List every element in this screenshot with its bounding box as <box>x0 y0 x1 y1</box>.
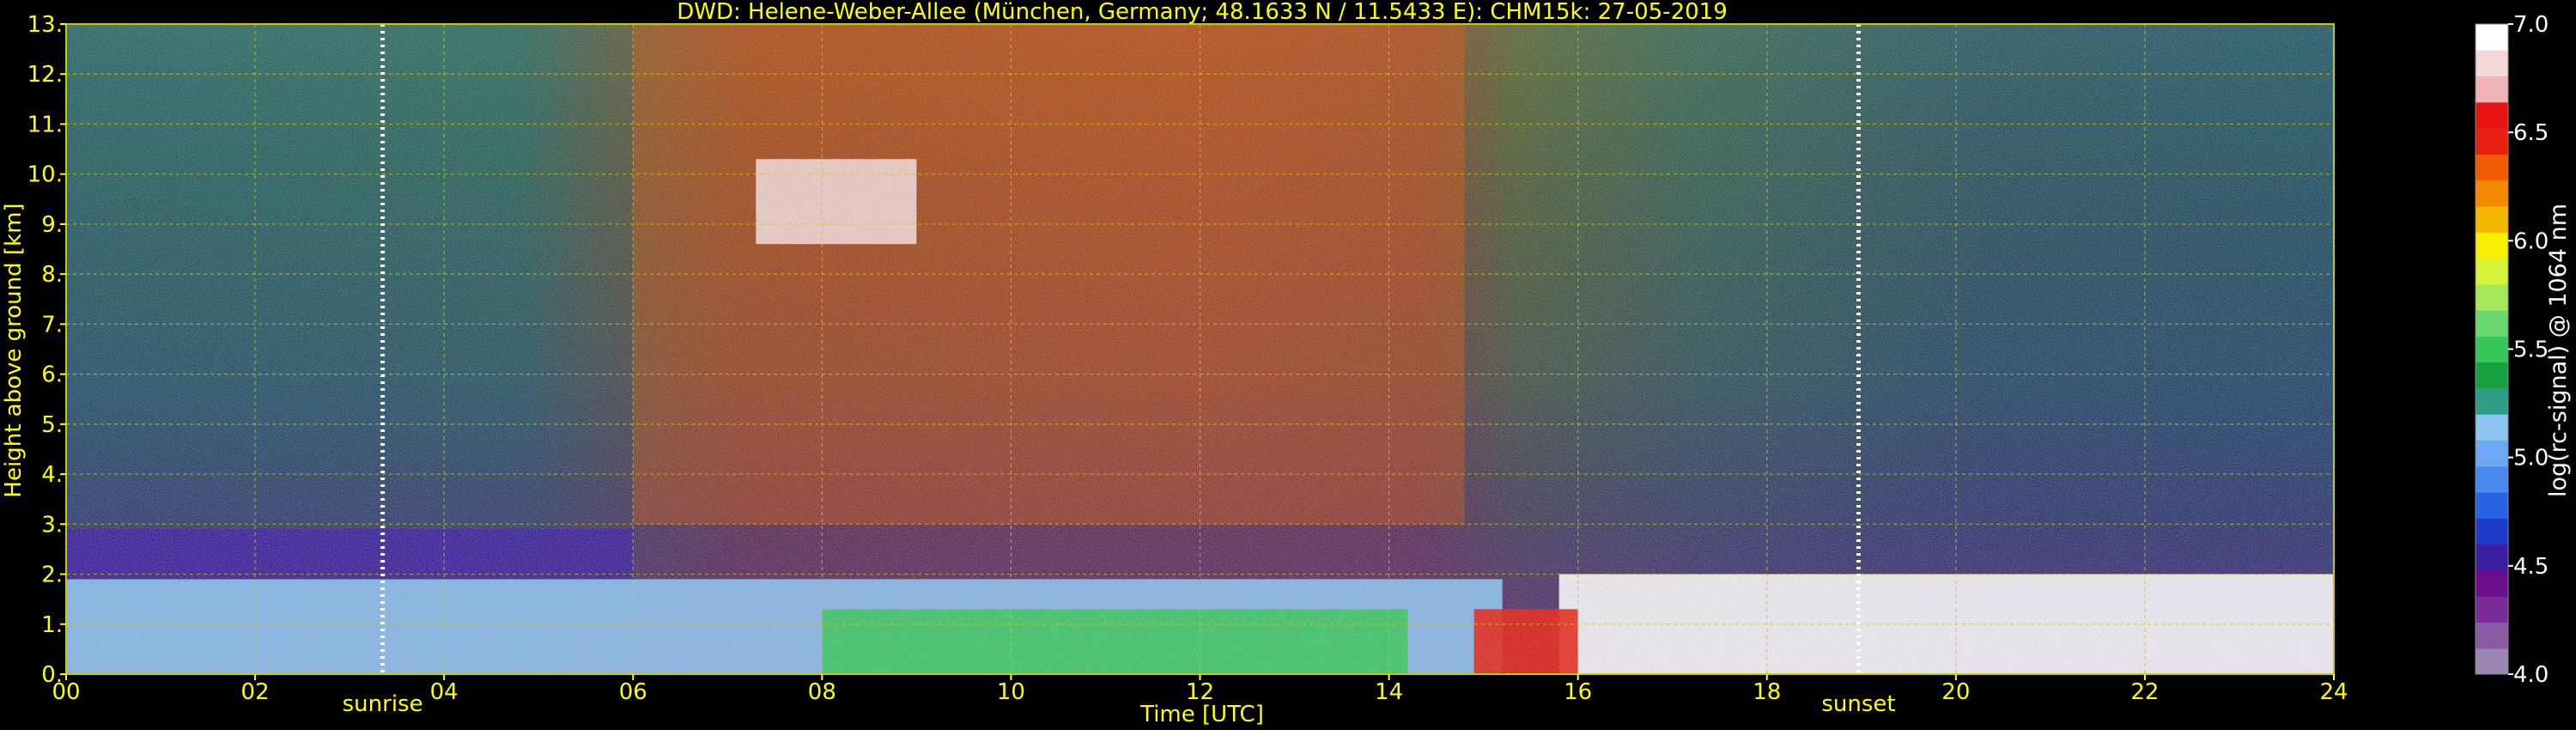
x-tick-label: 04 <box>430 679 459 705</box>
colorbar-segment <box>2476 76 2508 103</box>
colorbar-segment <box>2476 101 2508 129</box>
x-tick-label: 06 <box>619 679 647 705</box>
colorbar-segment <box>2476 205 2508 233</box>
colorbar-segment <box>2476 596 2508 623</box>
colorbar-label: log(rc-signal) @ 1064 nm <box>2545 204 2572 497</box>
y-tick-label: 12. <box>27 62 63 88</box>
y-tick-label: 1. <box>41 612 63 638</box>
y-tick-label: 6. <box>41 362 63 388</box>
x-axis-label: Time [UTC] <box>1139 702 1264 727</box>
x-tick-label: 24 <box>2319 679 2348 705</box>
y-tick-label: 4. <box>41 462 63 488</box>
y-tick-label: 8. <box>41 262 63 288</box>
colorbar-segment <box>2476 336 2508 363</box>
colorbar-segment <box>2476 232 2508 259</box>
y-tick-label: 7. <box>41 312 63 338</box>
colorbar-segment <box>2476 283 2508 311</box>
colorbar-segment <box>2476 179 2508 207</box>
colorbar-tick-label: 5.0 <box>2513 446 2549 471</box>
colorbar-tick-label: 5.5 <box>2513 338 2549 363</box>
colorbar-tick-label: 6.0 <box>2513 228 2549 254</box>
colorbar-segment <box>2476 648 2508 675</box>
colorbar-segment <box>2476 154 2508 181</box>
colorbar-segment <box>2476 387 2508 415</box>
y-tick-label: 0. <box>41 662 63 688</box>
x-tick-label: 16 <box>1564 679 1592 705</box>
sunset-label: sunset <box>1821 691 1895 717</box>
colorbar-segment <box>2476 518 2508 545</box>
sunrise-label: sunrise <box>343 691 423 717</box>
y-tick-label: 9. <box>41 212 63 238</box>
colorbar-segment <box>2476 492 2508 519</box>
colorbar-tick-label: 7.0 <box>2513 12 2549 38</box>
colorbar-segment <box>2476 465 2508 493</box>
y-tick-label: 13. <box>27 12 63 38</box>
x-tick-label: 02 <box>241 679 270 705</box>
colorbar-segment <box>2476 440 2508 467</box>
colorbar-tick-label: 4.5 <box>2513 554 2549 580</box>
y-tick-label: 5. <box>41 412 63 438</box>
ceilometer-chart: sunrise sunset00 02 04 06 08 10 12 14 16 18 20 22 240… <box>1 0 2572 727</box>
x-tick-label: 18 <box>1753 679 1781 705</box>
colorbar-segment <box>2476 622 2508 649</box>
x-tick-label: 20 <box>1941 679 1970 705</box>
colorbar-segment <box>2476 569 2508 597</box>
colorbar-tick-label: 6.5 <box>2513 120 2549 146</box>
chart-title: DWD: Helene-Weber-Allee (München, German… <box>677 0 1728 25</box>
y-axis-label: Height above ground [km] <box>1 203 27 497</box>
y-tick-label: 10. <box>27 162 63 188</box>
y-tick-label: 11. <box>27 112 63 137</box>
colorbar-segment <box>2476 310 2508 337</box>
colorbar-segment <box>2476 128 2508 155</box>
colorbar-tick-label: 4.0 <box>2513 662 2549 688</box>
colorbar-segment <box>2476 362 2508 389</box>
colorbar: 4.0 4.5 5.0 5.5 6.0 6.5 7.0 <box>2475 12 2549 688</box>
x-tick-label: 10 <box>997 679 1025 705</box>
colorbar-segment <box>2476 414 2508 441</box>
colorbar-segment <box>2476 258 2508 285</box>
x-tick-label: 14 <box>1375 679 1403 705</box>
colorbar-segment <box>2476 24 2508 51</box>
colorbar-segment <box>2476 544 2508 571</box>
colorbar-segment <box>2476 50 2508 77</box>
y-tick-label: 2. <box>41 563 63 588</box>
y-tick-label: 3. <box>41 512 63 538</box>
x-tick-label: 08 <box>808 679 836 705</box>
x-tick-label: 22 <box>2130 679 2159 705</box>
